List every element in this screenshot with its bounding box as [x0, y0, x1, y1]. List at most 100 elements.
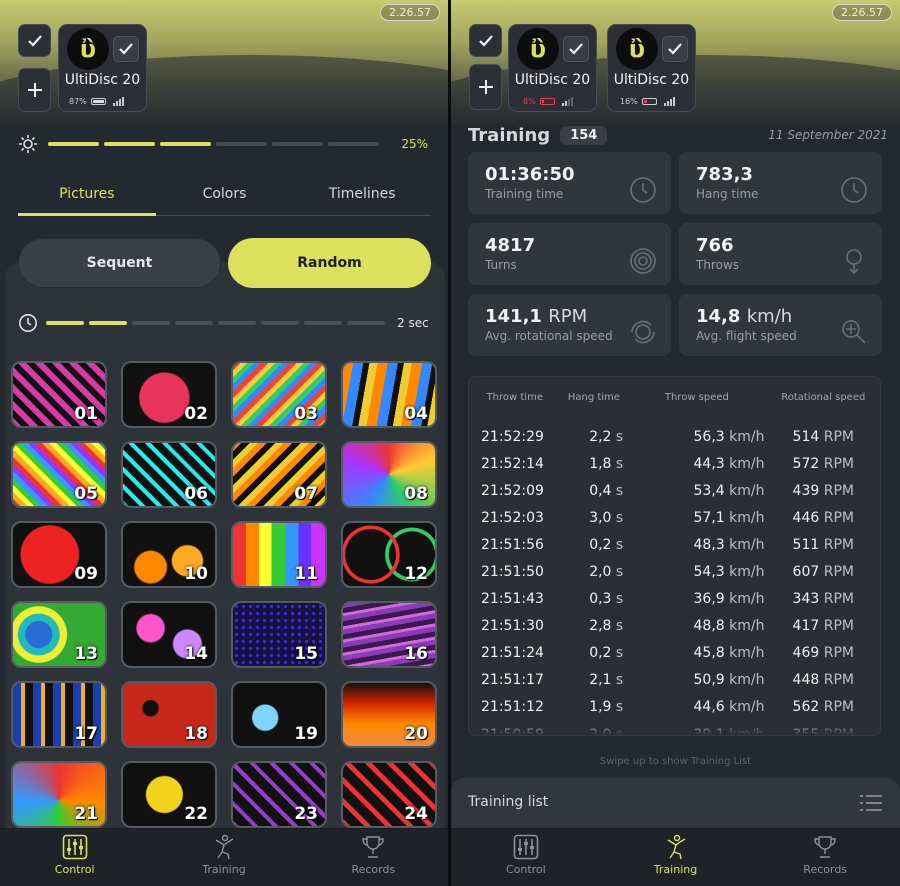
trophy-icon	[814, 836, 836, 858]
swipe-hint: Swipe up to show Training List	[599, 756, 752, 767]
picture-number: 24	[404, 804, 428, 824]
throw-speed: 36,9 km/h	[693, 591, 765, 608]
nav-records[interactable]: Records	[750, 829, 900, 886]
nav-control[interactable]: Control	[451, 829, 601, 886]
picture-tile[interactable]: 11	[231, 521, 327, 588]
picture-tile[interactable]: 22	[121, 761, 217, 828]
check-icon	[478, 34, 493, 47]
sequent-button[interactable]: Sequent	[18, 238, 221, 288]
table-row[interactable]: 21:52:09 0,4 s 53,4 km/h 439 RPM	[469, 477, 880, 504]
throw-time: 21:52:09	[481, 482, 544, 499]
stat-label: Hang time	[696, 187, 759, 201]
interval-row: 2 sec	[18, 312, 438, 334]
table-row[interactable]: 21:51:24 0,2 s 45,8 km/h 469 RPM	[469, 640, 880, 667]
nav-control[interactable]: Control	[0, 829, 149, 886]
mode-tabs: Pictures Colors Timelines	[18, 180, 431, 216]
throws-table[interactable]: Throw time Hang time Throw speed Rotatio…	[468, 376, 881, 736]
training-list-label: Training list	[468, 794, 549, 810]
picture-number: 03	[294, 404, 318, 424]
picture-tile[interactable]: 19	[231, 681, 327, 748]
table-row[interactable]: 21:51:30 2,8 s 48,8 km/h 417 RPM	[469, 613, 880, 640]
interval-slider[interactable]	[46, 321, 385, 325]
brightness-row: 25%	[18, 134, 428, 154]
throw-speed: 45,8 km/h	[693, 645, 765, 662]
picture-tile[interactable]: 14	[121, 601, 217, 668]
device-card[interactable]: ὒ UltiDisc 20 87%	[58, 24, 147, 112]
rotational-speed: 562 RPM	[792, 699, 854, 716]
picture-number: 16	[404, 644, 428, 664]
sliders-icon	[62, 834, 87, 860]
device-card-2[interactable]: ὒ UltiDisc 20 16%	[607, 24, 696, 112]
battery-low-icon	[539, 98, 555, 105]
device-check-icon[interactable]	[662, 36, 688, 62]
table-row[interactable]: 21:51:12 1,9 s 44,6 km/h 562 RPM	[469, 694, 880, 721]
table-row[interactable]: 21:52:14 1,8 s 44,3 km/h 572 RPM	[469, 450, 880, 477]
device-check-icon[interactable]	[113, 36, 139, 62]
table-row[interactable]: 21:51:56 0,2 s 48,3 km/h 511 RPM	[469, 531, 880, 558]
picture-tile[interactable]: 20	[341, 681, 437, 748]
hang-time: 2,8 s	[589, 618, 624, 635]
table-row[interactable]: 21:51:17 2,1 s 50,9 km/h 448 RPM	[469, 667, 880, 694]
battery-percent: 8%	[523, 97, 536, 106]
picture-tile[interactable]: 06	[121, 441, 217, 508]
table-row[interactable]: 21:52:29 2,2 s 56,3 km/h 514 RPM	[469, 423, 880, 450]
rotational-speed: 439 RPM	[792, 482, 854, 499]
device-check-icon[interactable]	[563, 36, 589, 62]
table-row[interactable]: 21:51:50 2,0 s 54,3 km/h 607 RPM	[469, 558, 880, 585]
picture-tile[interactable]: 13	[11, 601, 107, 668]
nav-training[interactable]: Training	[601, 829, 751, 886]
picture-tile[interactable]: 07	[231, 441, 327, 508]
picture-tile[interactable]: 04	[341, 361, 437, 428]
hang-time: 2,0 s	[589, 564, 624, 581]
picture-tile[interactable]: 02	[121, 361, 217, 428]
nav-control-label: Control	[505, 863, 546, 876]
tab-timelines[interactable]: Timelines	[293, 180, 431, 215]
device-card-1[interactable]: ὒ UltiDisc 20 8%	[508, 24, 597, 112]
picture-tile[interactable]: 01	[11, 361, 107, 428]
tab-pictures[interactable]: Pictures	[18, 180, 156, 216]
nav-training-label: Training	[202, 863, 246, 876]
picture-tile[interactable]: 21	[11, 761, 107, 828]
add-device-button[interactable]	[18, 68, 51, 112]
hang-time: 0,2 s	[589, 536, 624, 553]
picture-tile[interactable]: 16	[341, 601, 437, 668]
control-screen: 2.26.57 ὒ UltiDisc 20 87% 25% Pictures C…	[0, 0, 448, 886]
picture-tile[interactable]: 15	[231, 601, 327, 668]
picture-number: 09	[74, 564, 98, 584]
ultidisc-logo-icon: ὒ	[67, 28, 109, 70]
select-all-button[interactable]	[18, 24, 51, 57]
throw-speed: 44,3 km/h	[693, 455, 765, 472]
throw-time: 21:52:03	[481, 509, 544, 526]
signal-icon	[112, 97, 124, 106]
stat-label: Avg. flight speed	[696, 329, 797, 343]
picture-tile[interactable]: 03	[231, 361, 327, 428]
throw-time: 21:52:29	[481, 428, 544, 445]
hang-time: 2,1 s	[589, 672, 624, 689]
picture-tile[interactable]: 09	[11, 521, 107, 588]
picture-tile[interactable]: 24	[341, 761, 437, 828]
brightness-slider[interactable]	[48, 142, 379, 146]
nav-records[interactable]: Records	[299, 829, 448, 886]
select-all-button[interactable]	[469, 24, 502, 57]
spin-icon	[629, 318, 657, 350]
picture-tile[interactable]: 05	[11, 441, 107, 508]
picture-tile[interactable]: 08	[341, 441, 437, 508]
picture-tile[interactable]: 17	[11, 681, 107, 748]
throw-speed: 56,3 km/h	[693, 428, 765, 445]
check-icon	[27, 34, 42, 47]
tab-colors[interactable]: Colors	[156, 180, 294, 215]
picture-tile[interactable]: 12	[341, 521, 437, 588]
rotational-speed: 514 RPM	[792, 428, 854, 445]
picture-tile[interactable]: 10	[121, 521, 217, 588]
picture-tile[interactable]: 23	[231, 761, 327, 828]
table-row[interactable]: 21:51:43 0,3 s 36,9 km/h 343 RPM	[469, 586, 880, 613]
random-button[interactable]: Random	[228, 238, 431, 288]
hang-time: 1,9 s	[589, 699, 624, 716]
col-hang-time: Hang time	[567, 391, 620, 403]
table-row[interactable]: 21:52:03 3,0 s 57,1 km/h 446 RPM	[469, 504, 880, 531]
clock-icon	[629, 176, 657, 208]
picture-tile[interactable]: 18	[121, 681, 217, 748]
stat-label: Turns	[485, 258, 517, 272]
nav-training[interactable]: Training	[149, 829, 298, 886]
add-device-button[interactable]	[469, 64, 502, 110]
